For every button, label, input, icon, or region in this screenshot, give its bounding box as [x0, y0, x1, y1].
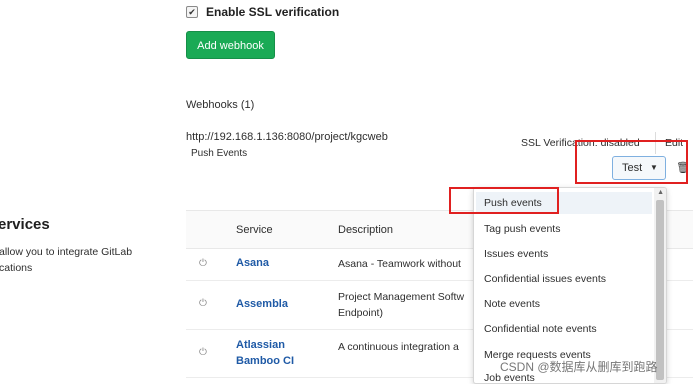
- services-section-title: ervices: [0, 216, 50, 233]
- service-link-assembla[interactable]: Assembla: [236, 298, 288, 310]
- column-header-description: Description: [338, 224, 394, 236]
- service-link-atlassian-bamboo[interactable]: Atlassian: [236, 339, 285, 351]
- watermark: CSDN @数据库从删库到跑路: [500, 360, 658, 374]
- webhook-url: http://192.168.1.136:8080/project/kgcweb: [186, 131, 388, 143]
- ssl-verification-label: Enable SSL verification: [206, 5, 340, 19]
- dropdown-item-tag-push-events[interactable]: Tag push events: [484, 223, 560, 235]
- service-link-asana[interactable]: Asana: [236, 257, 269, 269]
- service-description: Project Management Softw: [338, 291, 465, 303]
- column-header-service: Service: [236, 224, 273, 236]
- services-description-line2: cations: [0, 262, 33, 274]
- scrollbar-thumb[interactable]: [656, 200, 664, 380]
- annotation-highlight-test-button: [575, 140, 688, 184]
- services-description-line1: allow you to integrate GitLab: [0, 246, 133, 258]
- dropdown-item-confidential-note-events[interactable]: Confidential note events: [484, 323, 597, 335]
- webhooks-title: Webhooks (1): [186, 99, 255, 111]
- service-description: Endpoint): [338, 307, 383, 319]
- power-icon: ⏻: [199, 298, 207, 309]
- service-description: A continuous integration a: [338, 341, 459, 353]
- scroll-up-icon[interactable]: ▲: [657, 189, 664, 196]
- dropdown-item-note-events[interactable]: Note events: [484, 298, 540, 310]
- dropdown-item-confidential-issues-events[interactable]: Confidential issues events: [484, 273, 606, 285]
- annotation-highlight-push-events: [449, 187, 559, 214]
- dropdown-item-issues-events[interactable]: Issues events: [484, 248, 548, 260]
- power-icon: ⏻: [199, 258, 207, 269]
- dropdown-scrollbar[interactable]: ▲: [654, 188, 666, 383]
- test-events-dropdown: Push events Tag push events Issues event…: [473, 187, 667, 384]
- service-link-atlassian-bamboo[interactable]: Bamboo CI: [236, 355, 294, 367]
- power-icon: ⏻: [199, 347, 207, 358]
- ssl-verification-checkbox[interactable]: ✔: [186, 6, 198, 18]
- service-description: Asana - Teamwork without: [338, 258, 461, 270]
- add-webhook-button[interactable]: Add webhook: [186, 31, 275, 59]
- webhook-events-badge: Push Events: [191, 148, 248, 159]
